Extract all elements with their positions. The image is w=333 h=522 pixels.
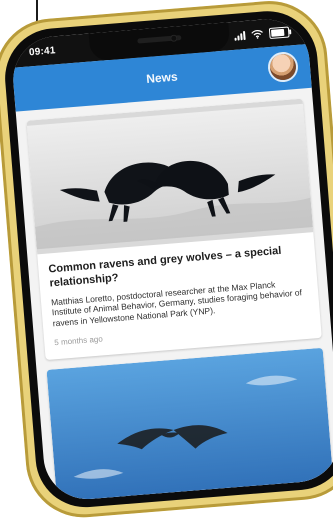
phone-screen: 09:41 News Common ravens and grey wolves…	[9, 16, 333, 503]
news-card[interactable]: Common ravens and grey wolves – a specia…	[26, 98, 322, 361]
status-time: 09:41	[28, 44, 56, 58]
article-image	[26, 98, 314, 255]
status-icons	[234, 25, 290, 41]
ravens-illustration	[26, 103, 313, 250]
news-feed: Common ravens and grey wolves – a specia…	[16, 88, 333, 503]
article-image	[46, 348, 333, 503]
app-title: News	[145, 69, 179, 87]
phone-device: 09:41 News Common ravens and grey wolves…	[0, 0, 333, 522]
news-card[interactable]	[46, 348, 333, 503]
birds-in-sky-illustration	[73, 376, 298, 480]
signal-icon	[234, 30, 246, 41]
battery-icon	[268, 25, 290, 39]
wifi-icon	[251, 30, 263, 39]
avatar[interactable]	[268, 53, 297, 82]
article-body: Common ravens and grey wolves – a specia…	[37, 232, 322, 360]
